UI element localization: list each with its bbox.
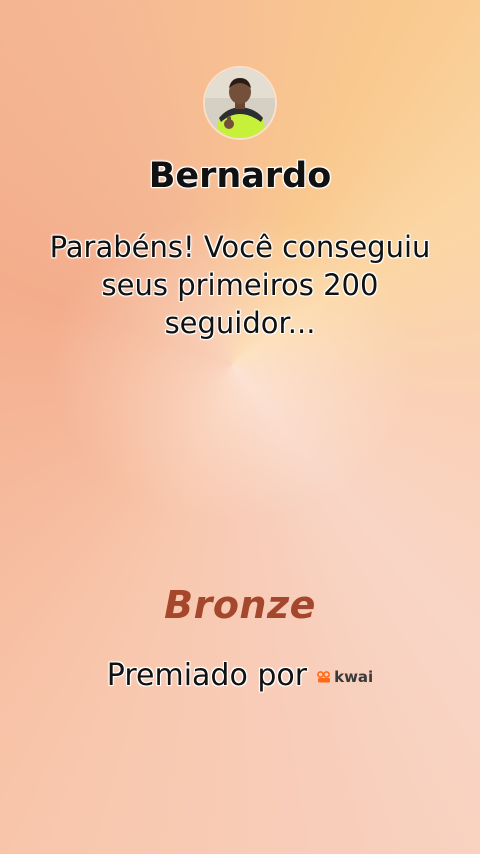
awarded-by-row: Premiado por kwai: [0, 654, 480, 698]
kwai-logo-icon: [317, 671, 331, 683]
avatar: [205, 68, 275, 138]
achievement-message: Parabéns! Você conseguiu seus primeiros …: [49, 230, 431, 340]
kwai-brand: kwai: [317, 656, 373, 698]
awarded-by-label: Premiado por: [106, 658, 308, 693]
badge-level: Bronze: [164, 583, 316, 627]
avatar-photo-icon: [205, 68, 275, 138]
username: Bernardo: [148, 156, 332, 196]
kwai-brand-label: kwai: [334, 668, 374, 686]
